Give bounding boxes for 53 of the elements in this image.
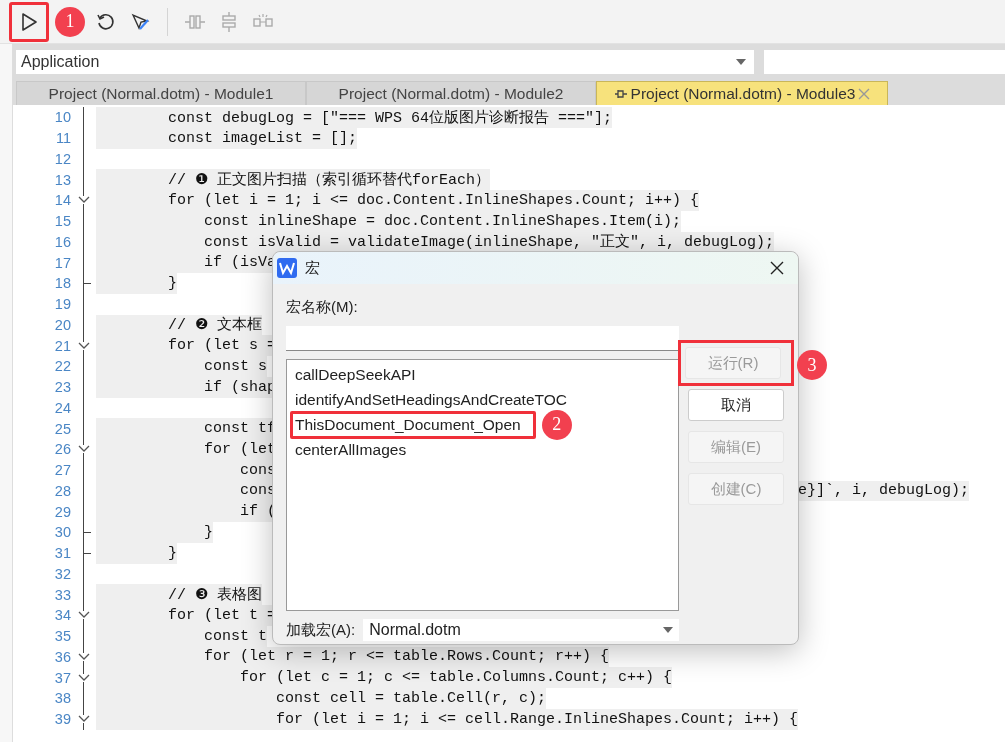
line-number: 22	[53, 358, 71, 375]
module-tab[interactable]: Project (Normal.dotm) - Module2	[306, 81, 596, 105]
line-number: 17	[53, 254, 71, 271]
toolbar-button[interactable]	[9, 1, 49, 42]
line-number: 28	[53, 482, 71, 499]
module-tab[interactable]: Project (Normal.dotm) - Module1	[16, 81, 306, 105]
macro-name-field[interactable]	[286, 326, 679, 351]
dialog-button[interactable]: 取消	[688, 389, 784, 421]
line-number: 10	[53, 109, 71, 126]
line-number: 30	[53, 524, 71, 541]
line-number: 31	[53, 545, 71, 562]
line-number: 15	[53, 213, 71, 230]
line-number: 38	[53, 690, 71, 707]
line-number: 32	[53, 565, 71, 582]
line-number: 11	[54, 130, 71, 147]
line-number: 21	[53, 337, 71, 354]
line-number: 26	[53, 441, 71, 458]
line-number: 25	[53, 420, 71, 437]
play-icon	[20, 11, 38, 32]
dialog-title: 宏	[305, 258, 320, 278]
line-number: 37	[53, 669, 71, 686]
line-number: 23	[53, 379, 71, 396]
line-number: 18	[53, 275, 71, 292]
macro-item[interactable]: ThisDocument_Document_Open	[290, 410, 536, 439]
line-number: 39	[53, 711, 71, 728]
line-number: 27	[53, 462, 71, 479]
line-number: 16	[53, 233, 71, 250]
macros-in-dropdown[interactable]: Normal.dotm	[363, 619, 679, 641]
line-number: 24	[53, 399, 71, 416]
line-number: 20	[53, 316, 71, 333]
dropdown-arrow-icon	[663, 627, 673, 633]
object-dropdown[interactable]: Application	[16, 50, 754, 74]
line-number: 14	[53, 192, 71, 209]
line-number: 19	[53, 296, 71, 313]
pen-icon	[130, 11, 150, 32]
close-icon[interactable]	[770, 261, 784, 275]
app-logo-icon	[277, 258, 297, 278]
line-number: 35	[53, 628, 71, 645]
line-number: 36	[53, 648, 71, 665]
line-number: 34	[53, 607, 71, 624]
line-number: 33	[53, 586, 71, 603]
step-badge: 1	[55, 6, 85, 37]
step-badge: 2	[541, 409, 572, 440]
pin-icon	[613, 87, 628, 100]
line-number: 13	[53, 171, 71, 188]
line-number: 12	[53, 150, 71, 167]
module-tab[interactable]: Project (Normal.dotm) - Module3	[596, 81, 888, 105]
dropdown-arrow-icon	[736, 59, 746, 65]
reset-icon	[96, 11, 116, 32]
line-number: 29	[53, 503, 71, 520]
field-label: 加载宏(A):	[286, 620, 356, 640]
field-label: 宏名称(M):	[286, 298, 359, 317]
step-icon	[219, 10, 239, 33]
